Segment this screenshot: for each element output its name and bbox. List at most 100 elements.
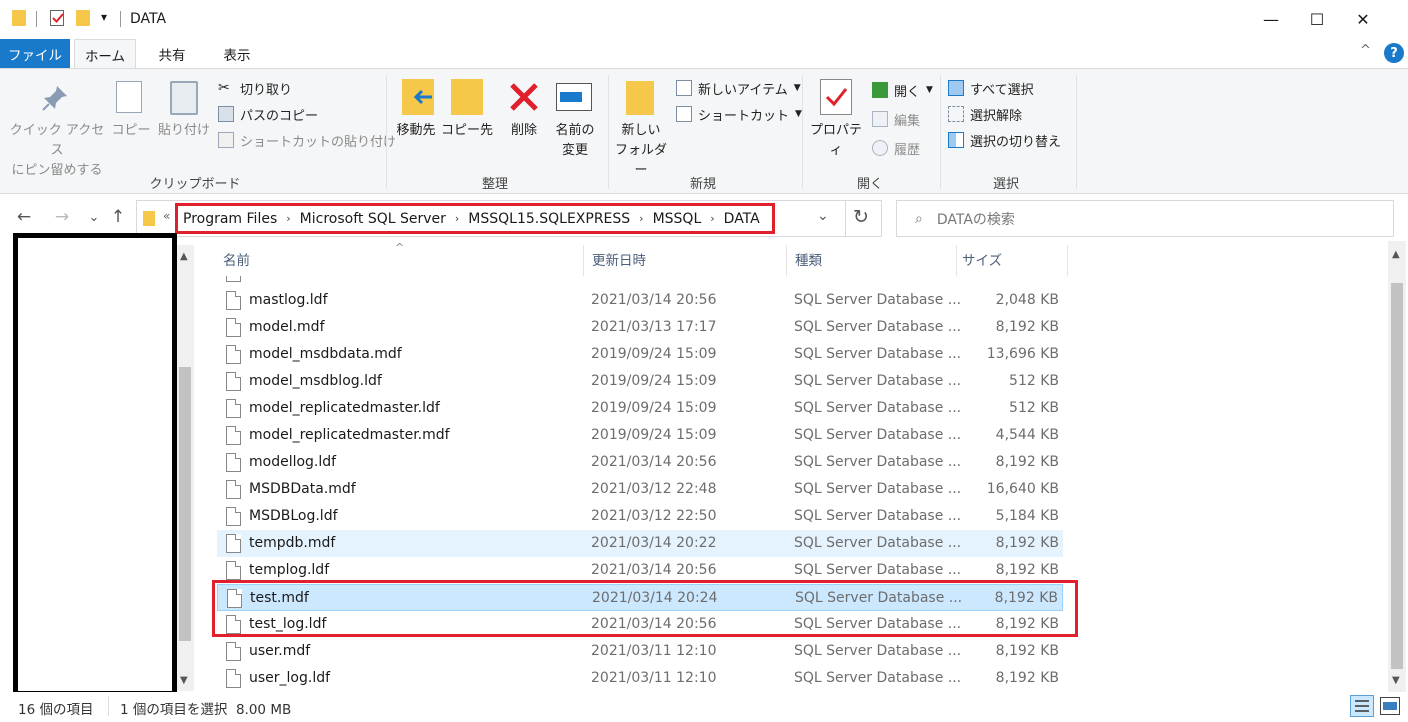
edit-button[interactable]: 編集 — [872, 108, 920, 130]
new-folder-button[interactable]: 新しい フォルダー — [610, 121, 672, 181]
close-button[interactable]: ✕ — [1340, 0, 1386, 39]
divider[interactable] — [583, 245, 584, 276]
recent-locations-button[interactable]: ⌄ — [82, 205, 106, 229]
properties-icon[interactable] — [820, 79, 852, 115]
select-all-label: すべて選択 — [970, 82, 1034, 98]
maximize-button[interactable]: ☐ — [1294, 0, 1340, 39]
collapse-ribbon-icon[interactable]: ^ — [1360, 43, 1371, 58]
tab-view[interactable]: 表示 — [208, 39, 266, 68]
table-row[interactable]: model.mdf 2021/03/13 17:17 SQL Server Data… — [217, 314, 1063, 341]
divider — [845, 201, 846, 236]
breadcrumb-item[interactable]: Microsoft SQL Server — [300, 211, 446, 227]
tab-share[interactable]: 共有 — [144, 39, 200, 68]
scrollbar-thumb[interactable] — [179, 367, 191, 641]
search-box[interactable]: ⌕ DATAの検索 — [896, 200, 1394, 237]
tab-file[interactable]: ファイル — [0, 39, 70, 68]
copy-path-button[interactable]: パスのコピー — [218, 103, 318, 125]
back-button[interactable]: ← — [12, 205, 36, 229]
delete-button[interactable]: 削除 — [502, 121, 546, 141]
file-type: SQL Server Database ... — [794, 643, 962, 659]
cut-label: 切り取り — [240, 82, 293, 98]
divider[interactable] — [1067, 245, 1068, 276]
file-icon — [226, 534, 241, 553]
address-dropdown-button[interactable]: ⌄ — [817, 208, 829, 224]
rename-icon[interactable] — [556, 83, 592, 111]
scrollbar-thumb[interactable] — [1391, 283, 1403, 669]
paste-icon[interactable] — [170, 81, 198, 115]
select-all-button[interactable]: すべて選択 — [948, 77, 1034, 99]
properties-check-icon[interactable] — [50, 10, 64, 26]
nav-pane-scrollbar[interactable]: ▲ ▼ — [176, 245, 194, 691]
file-list-scrollbar[interactable]: ▲ ▼ — [1388, 241, 1406, 692]
copy-button[interactable]: コピー — [110, 121, 152, 141]
shortcut-button[interactable]: ショートカット ▼ — [676, 103, 802, 125]
copy-to-button[interactable]: コピー先 — [441, 121, 493, 141]
copy-to-icon[interactable] — [451, 79, 483, 115]
divider[interactable] — [786, 245, 787, 276]
large-icons-view-icon[interactable] — [1380, 697, 1400, 715]
shortcut-icon — [676, 106, 692, 122]
table-row[interactable]: MSDBData.mdf 2021/03/12 22:48 SQL Server D… — [217, 476, 1063, 503]
table-row[interactable]: mastlog.ldf 2021/03/14 20:56 SQL Server Da… — [217, 287, 1063, 314]
breadcrumb-item[interactable]: MSSQL — [653, 211, 702, 227]
table-row[interactable]: user_log.ldf 2021/03/11 12:10 SQL Server D… — [217, 665, 1063, 692]
table-row[interactable]: model_msdbdata.mdf 2019/09/24 15:09 SQL Se… — [217, 341, 1063, 368]
file-name: MSDBLog.ldf — [249, 508, 338, 524]
breadcrumb-item[interactable]: DATA — [724, 211, 760, 227]
table-row[interactable]: user.mdf 2021/03/11 12:10 SQL Server Datab… — [217, 638, 1063, 665]
select-none-button[interactable]: 選択解除 — [948, 103, 1022, 125]
scroll-up-icon[interactable]: ▲ — [180, 251, 188, 262]
pin-icon[interactable] — [40, 83, 70, 117]
table-row[interactable]: model_replicatedmaster.ldf 2019/09/24 15:… — [217, 395, 1063, 422]
table-row[interactable]: tempdb.mdf 2021/03/14 20:22 SQL Server Dat… — [217, 530, 1063, 557]
table-row[interactable]: model_msdblog.ldf 2019/09/24 15:09 SQL Ser… — [217, 368, 1063, 395]
breadcrumb-chevron-icon[interactable]: › — [710, 212, 714, 225]
quick-access-dropdown-icon[interactable]: ▾ — [101, 10, 107, 24]
copy-icon[interactable] — [116, 81, 142, 113]
invert-selection-button[interactable]: 選択の切り替え — [948, 129, 1061, 151]
properties-button[interactable]: プロパティ — [804, 121, 868, 161]
up-button[interactable]: ↑ — [106, 205, 130, 229]
status-bar: 16 個の項目 1 個の項目を選択 8.00 MB — [0, 692, 1408, 722]
breadcrumb-chevron-icon[interactable]: › — [639, 212, 643, 225]
details-view-icon[interactable] — [1350, 695, 1374, 717]
file-size: 512 KB — [1009, 373, 1059, 389]
column-header-size[interactable]: サイズ — [956, 241, 1066, 276]
scroll-down-icon[interactable]: ▼ — [180, 675, 188, 686]
forward-button[interactable]: → — [50, 205, 74, 229]
rename-button[interactable]: 名前の 変更 — [548, 121, 602, 161]
column-header-date[interactable]: 更新日時 — [586, 241, 786, 276]
file-size: 512 KB — [1009, 400, 1059, 416]
cut-button[interactable]: ✂ 切り取り — [218, 77, 292, 99]
table-row[interactable]: modellog.ldf 2021/03/14 20:56 SQL Server D… — [217, 449, 1063, 476]
breadcrumb-item[interactable]: Program Files — [183, 211, 277, 227]
new-item-button[interactable]: 新しいアイテム ▼ — [676, 77, 801, 99]
open-button[interactable]: 開く ▼ — [872, 79, 933, 101]
new-folder-large-icon[interactable] — [626, 81, 654, 115]
help-icon[interactable]: ? — [1384, 43, 1404, 63]
breadcrumb-item[interactable]: MSSQL15.SQLEXPRESS — [468, 211, 630, 227]
scroll-down-icon[interactable]: ▼ — [1392, 675, 1400, 686]
paste-button[interactable]: 貼り付け — [155, 121, 213, 141]
breadcrumb-chevron-icon[interactable]: › — [286, 212, 290, 225]
move-to-icon[interactable] — [402, 79, 434, 115]
search-input[interactable]: DATAの検索 — [937, 209, 1015, 229]
table-row[interactable]: MSDBLog.ldf 2021/03/12 22:50 SQL Server Da… — [217, 503, 1063, 530]
move-to-button[interactable]: 移動先 — [390, 121, 442, 141]
minimize-button[interactable]: — — [1248, 0, 1294, 39]
column-header-name[interactable]: 名前 — [217, 241, 583, 276]
history-button[interactable]: 履歴 — [872, 137, 920, 159]
scroll-up-icon[interactable]: ▲ — [1392, 249, 1400, 260]
file-name: modellog.ldf — [249, 454, 337, 470]
tab-home[interactable]: ホーム — [74, 39, 136, 69]
delete-icon[interactable] — [508, 81, 540, 117]
paste-shortcut-button[interactable]: ショートカットの貼り付け — [218, 129, 396, 151]
new-folder-icon[interactable] — [76, 10, 90, 26]
edit-label: 編集 — [894, 113, 921, 129]
refresh-button[interactable]: ↻ — [853, 206, 869, 228]
overflow-icon[interactable]: « — [163, 209, 170, 223]
pin-quick-access-button[interactable]: クイック アクセス にピン留めする — [4, 121, 110, 181]
table-row[interactable]: model_replicatedmaster.mdf 2019/09/24 15:… — [217, 422, 1063, 449]
breadcrumb-chevron-icon[interactable]: › — [455, 212, 459, 225]
column-header-type[interactable]: 種類 — [789, 241, 957, 276]
